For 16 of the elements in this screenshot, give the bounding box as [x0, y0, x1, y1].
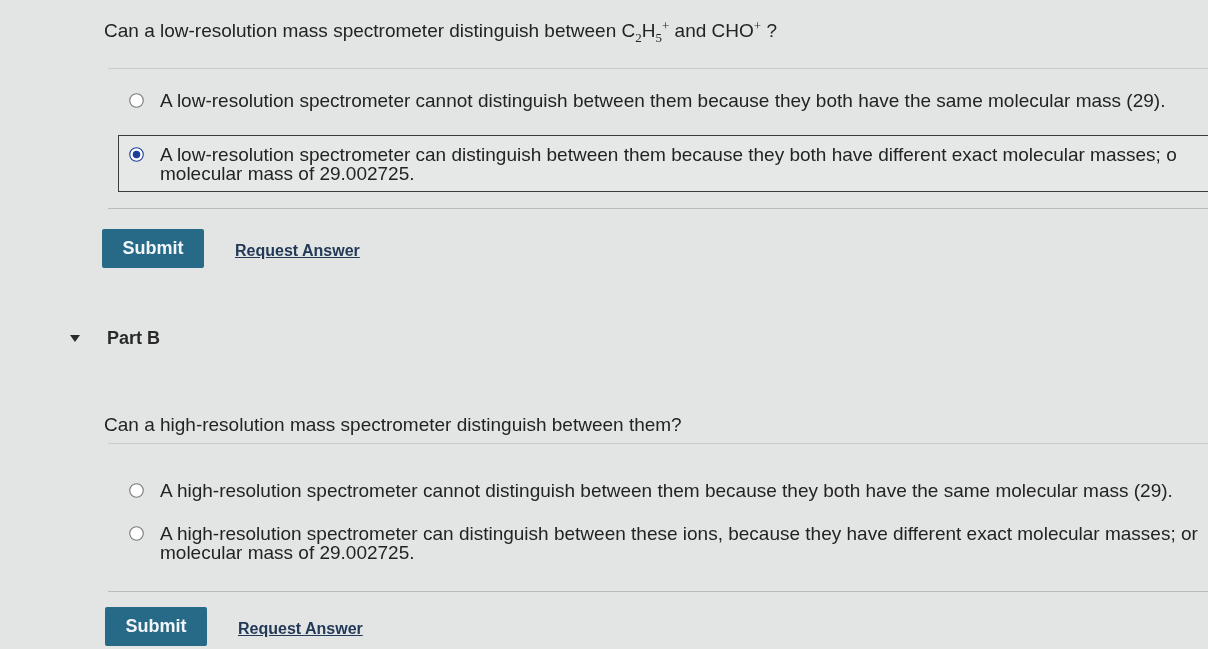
submit-button[interactable]: Submit — [105, 607, 207, 646]
option-label[interactable]: A low-resolution spectrometer cannot distinguish between them because they both have the same molecular mass (29). — [160, 91, 1166, 110]
option-label[interactable]: A high-resolution spectrometer cannot distinguish between them because they both have the same molecular mass (29). — [160, 481, 1173, 500]
radio-button[interactable] — [129, 93, 144, 108]
part-title: Part B — [107, 327, 160, 349]
radio-button[interactable] — [129, 147, 144, 162]
option-label[interactable]: A low-resolution spectrometer can distinguish between them because they both have different exact molecular masses; o molecular mass of 29.002725. — [160, 145, 1177, 183]
request-answer-link[interactable]: Request Answer — [238, 619, 363, 638]
question-text: Can a low-resolution mass spectrometer distinguish between C$_{2}$H$_{5}$$^{+}$ and CHO$^{+}$ ? — [104, 20, 778, 42]
caret-icon[interactable] — [70, 333, 80, 343]
option-label[interactable]: A high-resolution spectrometer can distinguish between these ions, because they have different exact molecular masses; or molecular mass of 29.002725. — [160, 524, 1198, 562]
question-text: Can a high-resolution mass spectrometer distinguish between them? — [104, 414, 683, 436]
submit-button[interactable]: Submit — [102, 229, 204, 268]
radio-button[interactable] — [129, 526, 144, 541]
request-answer-link[interactable]: Request Answer — [235, 241, 360, 260]
radio-button[interactable] — [129, 483, 144, 498]
